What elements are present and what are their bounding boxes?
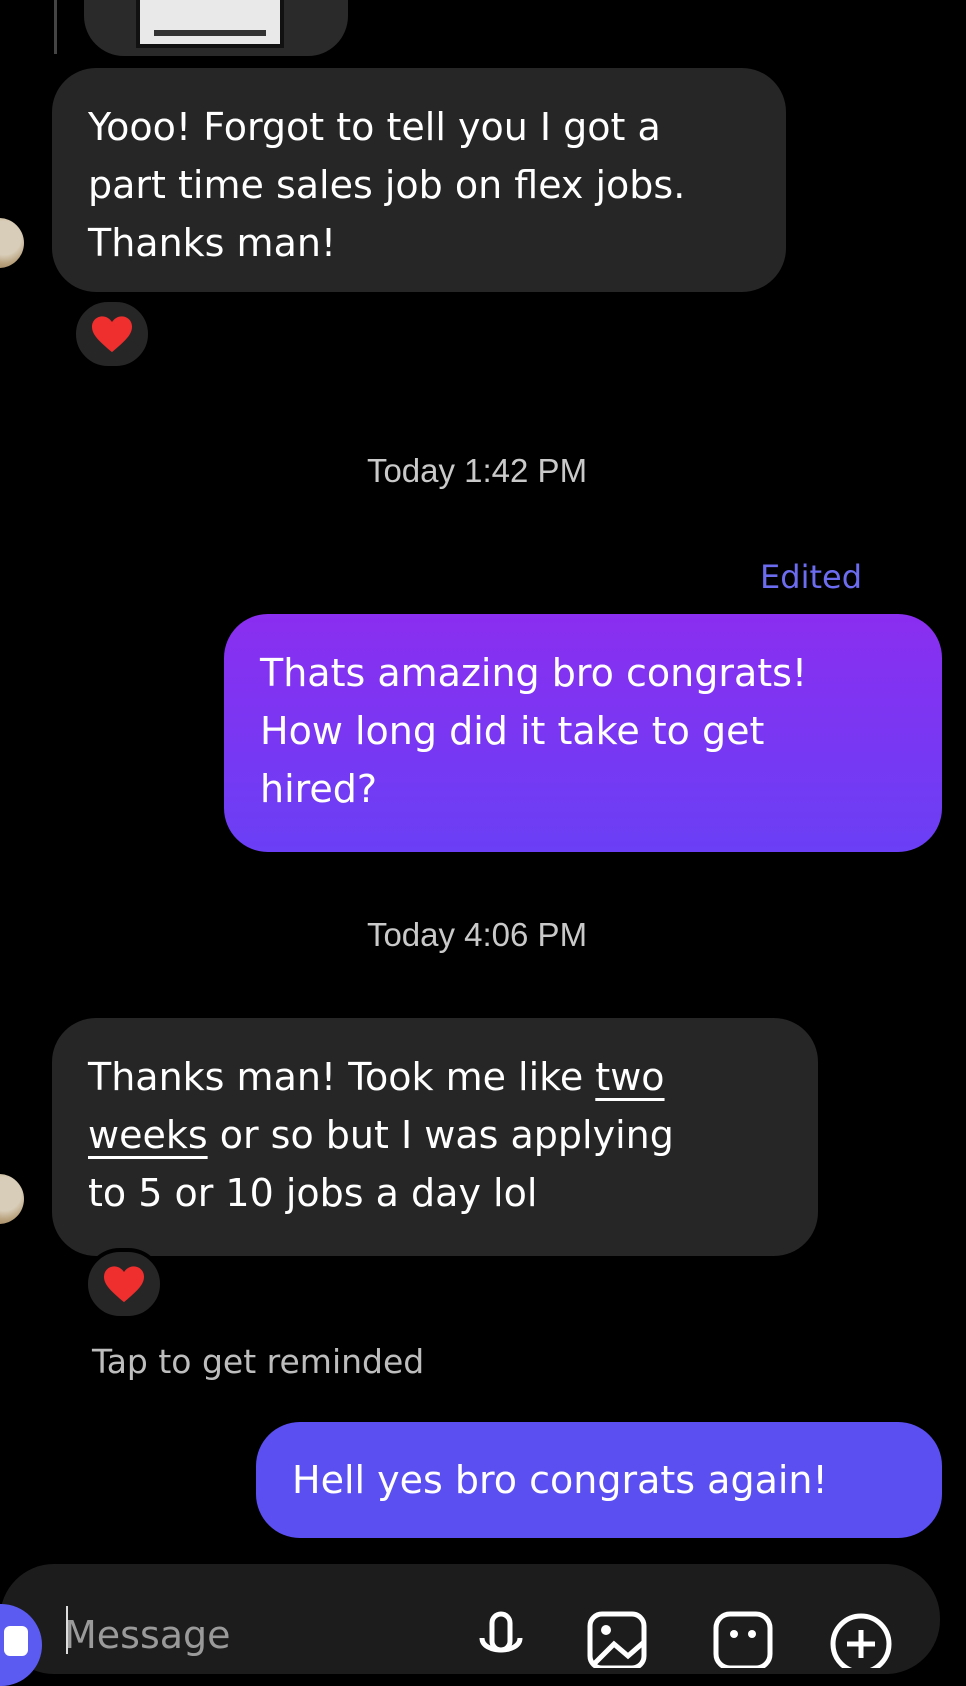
message-line: Thanks man! [88,221,337,265]
message-line: Thanks man! Took me like two [88,1048,782,1106]
outgoing-message-bubble[interactable]: Thats amazing bro congrats! How long did… [224,614,942,852]
incoming-message-bubble[interactable]: Thanks man! Took me like two weeks or so… [52,1018,818,1256]
incoming-message-bubble[interactable]: Yooo! Forgot to tell you I got a part ti… [52,68,786,292]
tap-to-get-reminded[interactable]: Tap to get reminded [92,1342,424,1381]
sticker-icon[interactable] [710,1608,776,1668]
text-caret [66,1606,68,1654]
outgoing-message-bubble[interactable]: Hell yes bro congrats again! [256,1422,942,1538]
message-line: part time sales job on flex jobs. [88,163,686,207]
message-line: Thats amazing bro congrats! [260,651,808,695]
contact-avatar[interactable] [0,218,24,268]
timestamp: Today 4:06 PM [366,916,588,953]
message-line: Yooo! Forgot to tell you I got a [88,105,661,149]
detected-date-link[interactable]: two [595,1055,664,1099]
timestamp: Today 1:42 PM [366,452,588,489]
heart-reaction[interactable] [72,298,152,370]
microphone-icon[interactable] [468,1608,534,1668]
heart-icon [104,1266,144,1303]
heart-icon [92,316,132,353]
contact-avatar[interactable] [0,1174,24,1224]
shared-image-preview[interactable] [84,0,348,56]
message-text: or so but I was applying [207,1113,674,1157]
message-text: Hell yes bro congrats again! [292,1458,828,1502]
message-text: Thanks man! Took me like [88,1055,596,1099]
edited-label[interactable]: Edited [760,558,862,596]
add-icon[interactable] [828,1608,894,1668]
message-line: hired? [260,767,378,811]
image-icon[interactable] [584,1608,650,1668]
shared-image [136,0,284,48]
message-line: weeks or so but I was applying [88,1106,782,1164]
message-input[interactable] [64,1610,424,1660]
detected-date-link[interactable]: weeks [88,1113,208,1157]
message-line: to 5 or 10 jobs a day lol [88,1171,538,1215]
message-line: How long did it take to get [260,709,765,753]
thread-line [54,0,57,54]
heart-reaction[interactable] [84,1248,164,1320]
